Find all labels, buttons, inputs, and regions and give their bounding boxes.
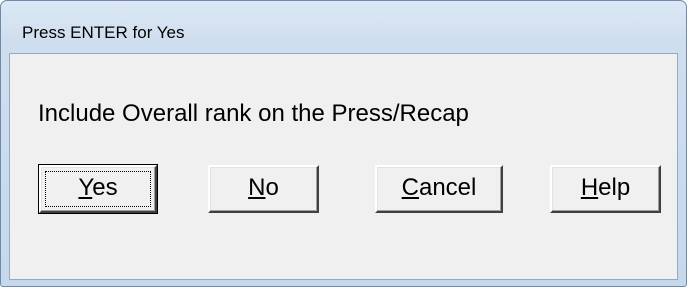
dialog-message: Include Overall rank on the Press/Recap	[38, 100, 469, 127]
help-rest: elp	[598, 174, 631, 201]
help-button-label: Help	[581, 174, 630, 201]
no-mnemonic: N	[248, 174, 266, 201]
no-button[interactable]: No	[208, 165, 319, 213]
no-rest: o	[265, 174, 279, 201]
yes-button-label: Yes	[78, 174, 117, 201]
dialog-window: Press ENTER for Yes Include Overall rank…	[0, 0, 687, 287]
cancel-rest: ancel	[418, 174, 477, 201]
yes-mnemonic: Y	[78, 174, 93, 201]
help-mnemonic: H	[580, 174, 599, 201]
cancel-button-label: Cancel	[402, 174, 477, 201]
cancel-button[interactable]: Cancel	[375, 165, 503, 213]
yes-button[interactable]: Yes	[38, 164, 158, 214]
dialog-body: Include Overall rank on the Press/Recap …	[9, 53, 678, 280]
title-bar[interactable]: Press ENTER for Yes	[1, 1, 686, 47]
help-button[interactable]: Help	[550, 165, 661, 213]
dialog-title: Press ENTER for Yes	[22, 23, 185, 42]
yes-rest: es	[92, 174, 118, 201]
cancel-mnemonic: C	[401, 174, 419, 201]
no-button-label: No	[248, 174, 279, 201]
